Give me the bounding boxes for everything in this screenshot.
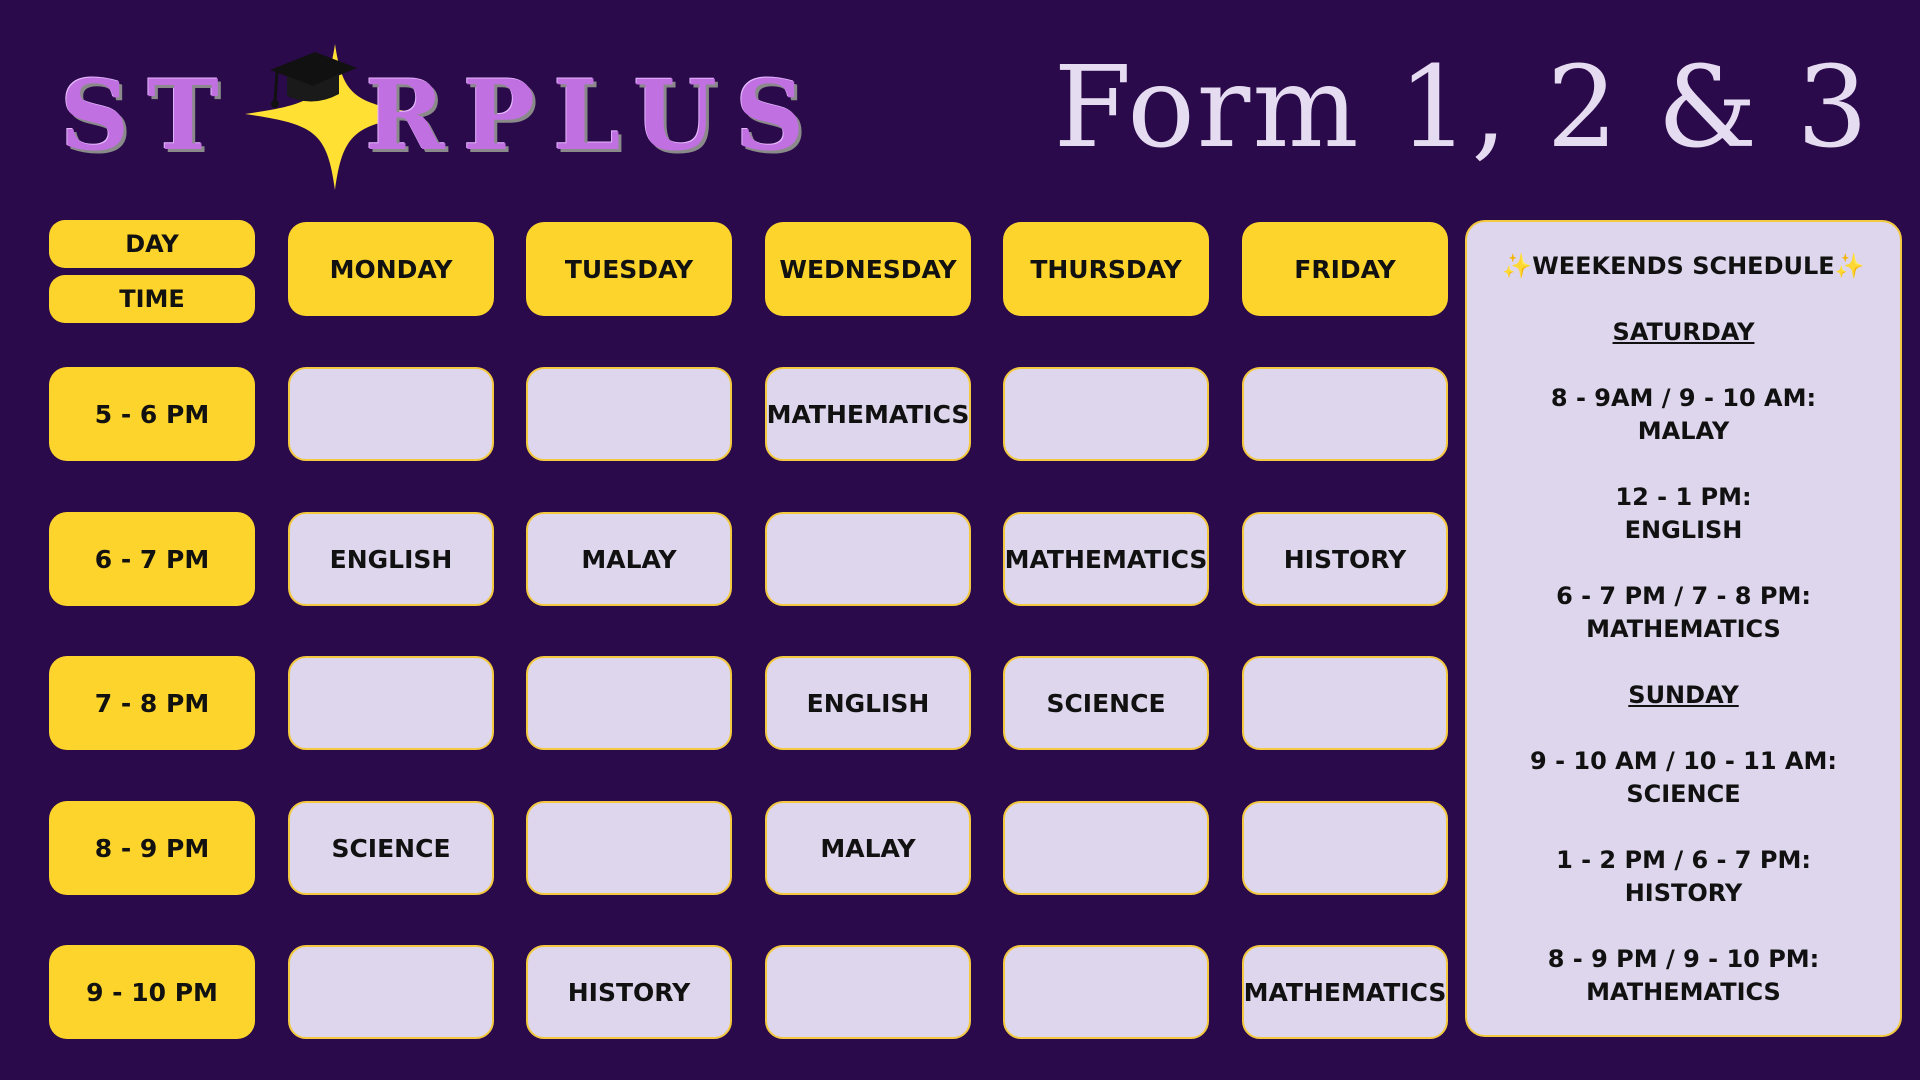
subject-cell: [288, 656, 494, 750]
subject-cell: ENGLISH: [288, 512, 494, 606]
sparkle-icon: ✨: [1502, 252, 1533, 280]
weekend-slot: 8 - 9 PM / 9 - 10 PM: MATHEMATICS: [1467, 943, 1900, 1009]
slot-time: 9 - 10 AM / 10 - 11 AM:: [1530, 747, 1837, 775]
logo-text-right: RPLUS: [365, 59, 823, 172]
subject-cell: [288, 367, 494, 461]
subject-cell: [1003, 367, 1209, 461]
slot-time: 6 - 7 PM / 7 - 8 PM:: [1556, 582, 1811, 610]
weekend-schedule-panel: ✨WEEKENDS SCHEDULE✨ SATURDAY 8 - 9AM / 9…: [1465, 220, 1902, 1037]
slot-subject: MALAY: [1637, 417, 1730, 445]
time-slot-label: 8 - 9 PM: [49, 801, 255, 895]
starplus-logo: ST RPLUS: [60, 42, 804, 202]
subject-cell: SCIENCE: [1003, 656, 1209, 750]
slot-subject: HISTORY: [1624, 879, 1743, 907]
slot-subject: MATHEMATICS: [1586, 615, 1781, 643]
slot-time: 1 - 2 PM / 6 - 7 PM:: [1556, 846, 1811, 874]
day-header-3: WEDNESDAY: [765, 222, 971, 316]
slot-time: 12 - 1 PM:: [1615, 483, 1752, 511]
day-header-4: THURSDAY: [1003, 222, 1209, 316]
logo-text-left: ST: [60, 59, 237, 172]
subject-cell: [765, 945, 971, 1039]
subject-cell: [765, 512, 971, 606]
weekend-title: ✨WEEKENDS SCHEDULE✨: [1467, 250, 1900, 283]
time-slot-label: 9 - 10 PM: [49, 945, 255, 1039]
sunday-label: SUNDAY: [1628, 681, 1739, 709]
time-header-pill: TIME: [49, 275, 255, 323]
subject-cell: SCIENCE: [288, 801, 494, 895]
slot-subject: ENGLISH: [1624, 516, 1743, 544]
subject-cell: MALAY: [765, 801, 971, 895]
weekend-slot: 8 - 9AM / 9 - 10 AM: MALAY: [1467, 382, 1900, 448]
page-title: Form 1, 2 & 3: [1053, 43, 1870, 173]
subject-cell: [1242, 367, 1448, 461]
day-header-2: TUESDAY: [526, 222, 732, 316]
subject-cell: MATHEMATICS: [765, 367, 971, 461]
day-header-1: MONDAY: [288, 222, 494, 316]
subject-cell: ENGLISH: [765, 656, 971, 750]
slot-subject: SCIENCE: [1626, 780, 1741, 808]
slot-time: 8 - 9AM / 9 - 10 AM:: [1550, 384, 1817, 412]
subject-cell: [288, 945, 494, 1039]
weekend-slot: 1 - 2 PM / 6 - 7 PM: HISTORY: [1467, 844, 1900, 910]
weekend-slot: 9 - 10 AM / 10 - 11 AM: SCIENCE: [1467, 745, 1900, 811]
subject-cell: [1003, 945, 1209, 1039]
time-slot-label: 6 - 7 PM: [49, 512, 255, 606]
subject-cell: [1242, 656, 1448, 750]
subject-cell: HISTORY: [1242, 512, 1448, 606]
day-header-pill: DAY: [49, 220, 255, 268]
subject-cell: [1003, 801, 1209, 895]
sparkle-icon: ✨: [1834, 252, 1865, 280]
saturday-label: SATURDAY: [1612, 318, 1755, 346]
time-slot-label: 7 - 8 PM: [49, 656, 255, 750]
weekend-slot: 6 - 7 PM / 7 - 8 PM: MATHEMATICS: [1467, 580, 1900, 646]
subject-cell: [526, 367, 732, 461]
subject-cell: MATHEMATICS: [1003, 512, 1209, 606]
subject-cell: MALAY: [526, 512, 732, 606]
time-slot-label: 5 - 6 PM: [49, 367, 255, 461]
subject-cell: HISTORY: [526, 945, 732, 1039]
subject-cell: [1242, 801, 1448, 895]
day-header-5: FRIDAY: [1242, 222, 1448, 316]
subject-cell: [526, 656, 732, 750]
subject-cell: [526, 801, 732, 895]
weekend-slot: 12 - 1 PM: ENGLISH: [1467, 481, 1900, 547]
slot-subject: MATHEMATICS: [1586, 978, 1781, 1006]
subject-cell: MATHEMATICS: [1242, 945, 1448, 1039]
slot-time: 8 - 9 PM / 9 - 10 PM:: [1547, 945, 1820, 973]
weekend-title-text: WEEKENDS SCHEDULE: [1532, 252, 1835, 280]
